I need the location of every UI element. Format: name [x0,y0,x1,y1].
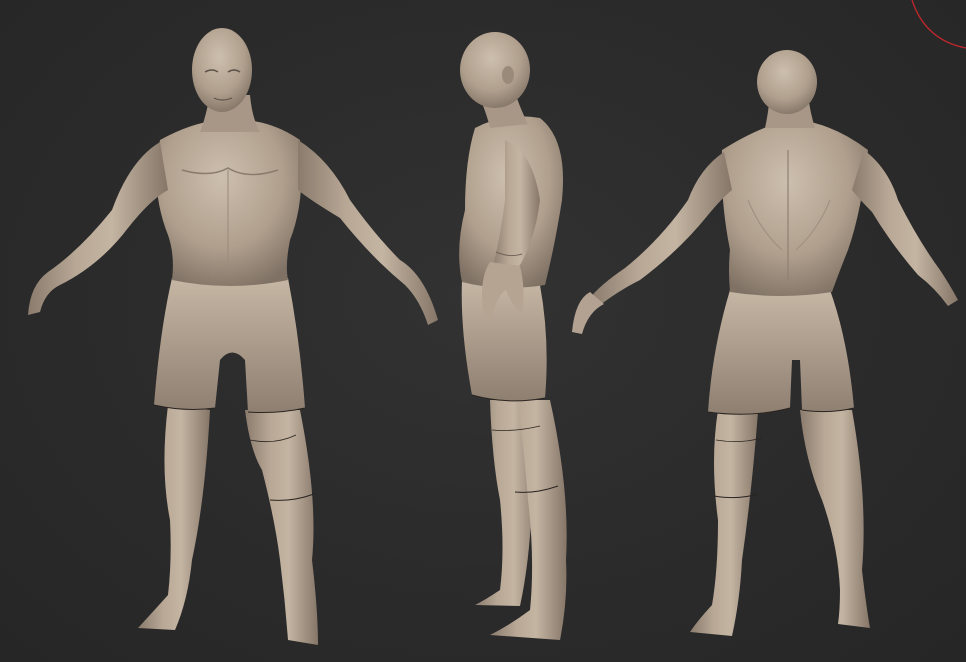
front-right-leg [245,410,318,645]
front-shorts [154,278,305,413]
front-torso [156,119,302,286]
back-view [572,50,958,636]
front-left-leg [138,405,210,630]
back-right-leg [800,410,870,628]
back-left-leg [690,410,758,636]
back-head [757,50,817,114]
front-left-arm [28,142,168,315]
front-view [28,28,438,645]
side-shorts [461,280,547,401]
side-ear [502,66,514,84]
back-left-arm [590,152,732,305]
gizmo-arc[interactable] [911,0,966,49]
viewport-canvas [28,0,966,645]
sculpt-viewport[interactable] [0,0,966,662]
back-shorts [708,290,854,415]
front-right-arm [298,140,438,325]
back-right-arm [852,150,958,306]
side-view [459,32,567,640]
back-torso [721,120,868,296]
side-head [460,32,530,108]
